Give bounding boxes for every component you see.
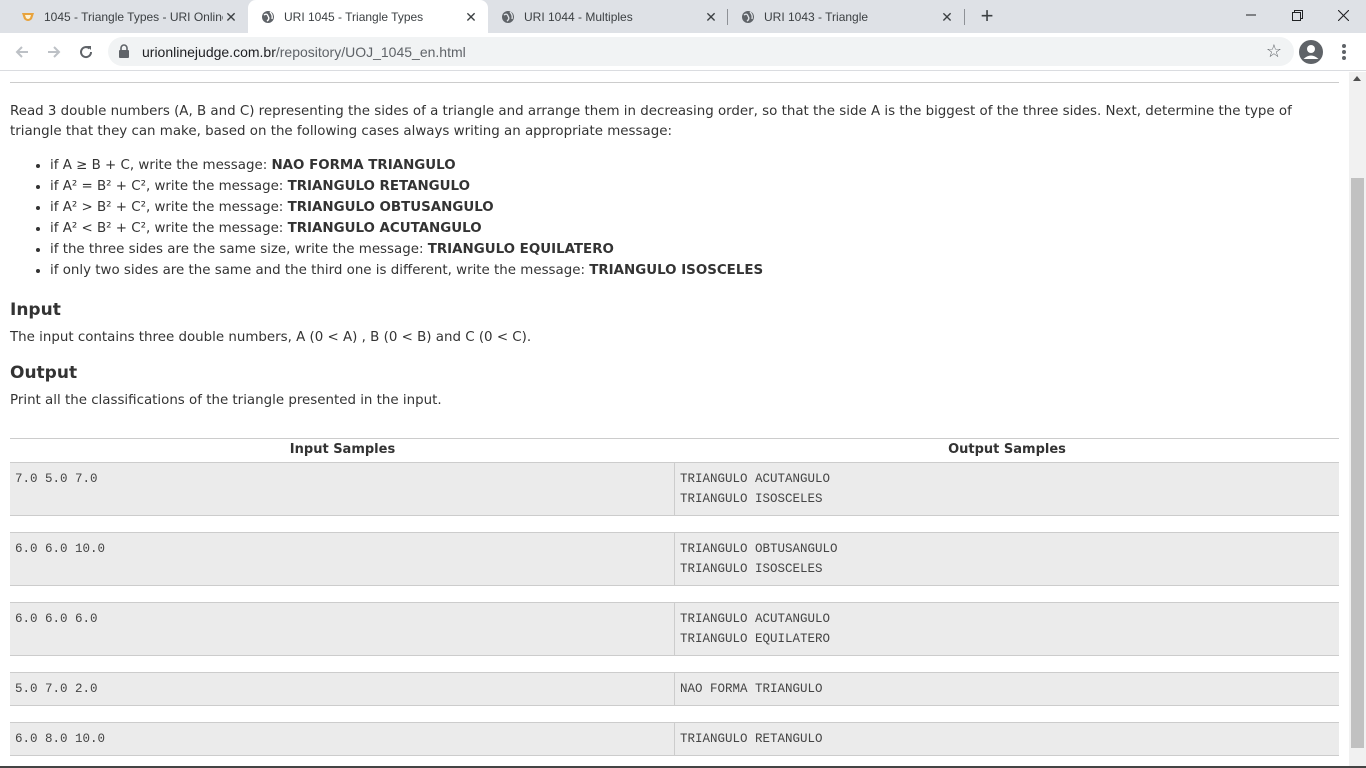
output-samples-header: Output Samples [948, 442, 1066, 457]
close-tab-icon[interactable]: ✕ [463, 9, 479, 25]
output-heading: Output [10, 363, 78, 383]
case-condition: if only two sides are the same and the t… [50, 263, 590, 278]
restore-icon [1291, 9, 1303, 21]
tab-strip: 1045 - Triangle Types - URI Online ✕ URI… [0, 0, 1366, 33]
globe-icon [500, 9, 516, 25]
case-message: TRIANGULO RETANGULO [287, 179, 470, 194]
table-row: 6.0 6.0 10.0 TRIANGULO OBTUSANGULO TRIAN… [10, 532, 1339, 586]
page-viewport: Read 3 double numbers (A, B and C) repre… [0, 72, 1349, 768]
tab-1045-triangle-types-online[interactable]: 1045 - Triangle Types - URI Online ✕ [8, 0, 248, 33]
uri-favicon-icon [20, 9, 36, 25]
sample-input: 6.0 6.0 6.0 [10, 603, 675, 655]
back-arrow-icon [15, 46, 28, 58]
case-condition: if A ≥ B + C, write the message: [50, 158, 272, 173]
forward-button[interactable] [40, 38, 68, 66]
bookmark-star-icon[interactable]: ☆ [1266, 42, 1282, 60]
minimize-button[interactable] [1228, 0, 1274, 30]
sample-output: NAO FORMA TRIANGULO [680, 682, 823, 696]
reload-icon [80, 46, 93, 59]
table-row: 5.0 7.0 2.0 NAO FORMA TRIANGULO [10, 672, 1339, 706]
case-message: NAO FORMA TRIANGULO [271, 158, 456, 173]
close-tab-icon[interactable]: ✕ [939, 9, 955, 25]
tab-1043-triangle[interactable]: URI 1043 - Triangle ✕ [728, 0, 964, 33]
input-heading: Input [10, 300, 61, 320]
tab-1045-triangle-types[interactable]: URI 1045 - Triangle Types ✕ [248, 0, 488, 33]
tab-title: URI 1044 - Multiples [524, 9, 633, 24]
address-bar[interactable]: urionlinejudge.com.br/repository/UOJ_104… [108, 37, 1294, 66]
case-condition: if A² < B² + C², write the message: [50, 221, 288, 236]
tab-title: URI 1045 - Triangle Types [284, 9, 424, 24]
table-row: 6.0 6.0 6.0 TRIANGULO ACUTANGULO TRIANGU… [10, 602, 1339, 656]
url-domain: urionlinejudge.com.br [142, 44, 276, 60]
scrollbar-thumb[interactable] [1351, 178, 1364, 748]
restore-button[interactable] [1274, 0, 1320, 30]
divider [10, 82, 1339, 83]
case-message: TRIANGULO ACUTANGULO [287, 221, 482, 236]
problem-description: Read 3 double numbers (A, B and C) repre… [10, 102, 1339, 410]
list-item: if A ≥ B + C, write the message: NAO FOR… [50, 155, 1339, 176]
list-item: if A² = B² + C², write the message: TRIA… [50, 176, 1339, 197]
case-list: if A ≥ B + C, write the message: NAO FOR… [50, 155, 1339, 281]
list-item: if A² > B² + C², write the message: TRIA… [50, 197, 1339, 218]
input-description: The input contains three double numbers,… [10, 330, 532, 345]
problem-intro: Read 3 double numbers (A, B and C) repre… [10, 104, 1292, 139]
input-section: Input The input contains three double nu… [10, 300, 1339, 347]
reload-button[interactable] [72, 38, 100, 66]
sample-input: 5.0 7.0 2.0 [10, 673, 675, 705]
profile-avatar-icon[interactable] [1299, 40, 1323, 64]
sample-output: TRIANGULO ACUTANGULO TRIANGULO EQUILATER… [680, 612, 831, 646]
output-description: Print all the classifications of the tri… [10, 393, 442, 408]
list-item: if the three sides are the same size, wr… [50, 239, 1339, 260]
tab-title: 1045 - Triangle Types - URI Online [44, 9, 223, 24]
samples-table: Input Samples Output Samples 7.0 5.0 7.0… [10, 438, 1339, 768]
case-message: TRIANGULO OBTUSANGULO [287, 200, 494, 215]
sample-output: TRIANGULO OBTUSANGULO TRIANGULO ISOSCELE… [680, 542, 838, 576]
tab-1044-multiples[interactable]: URI 1044 - Multiples ✕ [488, 0, 728, 33]
case-message: TRIANGULO ISOSCELES [589, 263, 764, 278]
browser-toolbar: urionlinejudge.com.br/repository/UOJ_104… [0, 33, 1366, 71]
tab-title: URI 1043 - Triangle [764, 9, 869, 24]
scroll-up-arrow-icon[interactable] [1353, 76, 1361, 81]
url-text[interactable]: urionlinejudge.com.br/repository/UOJ_104… [142, 44, 466, 60]
table-row: 7.0 5.0 7.0 TRIANGULO ACUTANGULO TRIANGU… [10, 462, 1339, 516]
table-row: 6.0 8.0 10.0 TRIANGULO RETANGULO [10, 722, 1339, 756]
browser-menu-icon[interactable] [1334, 41, 1354, 63]
sample-input: 6.0 8.0 10.0 [10, 723, 675, 755]
sample-input: 7.0 5.0 7.0 [10, 463, 675, 515]
list-item: if only two sides are the same and the t… [50, 260, 1339, 281]
case-condition: if A² = B² + C², write the message: [50, 179, 288, 194]
close-tab-icon[interactable]: ✕ [703, 9, 719, 25]
url-path: /repository/UOJ_1045_en.html [275, 44, 466, 60]
case-condition: if the three sides are the same size, wr… [50, 242, 428, 257]
lock-icon [118, 44, 130, 63]
samples-header: Input Samples Output Samples [10, 438, 1339, 462]
output-section: Output Print all the classifications of … [10, 363, 1339, 410]
close-window-button[interactable] [1320, 0, 1366, 30]
close-icon [1337, 9, 1349, 21]
sample-output: TRIANGULO RETANGULO [680, 732, 823, 746]
case-condition: if A² > B² + C², write the message: [50, 200, 288, 215]
close-tab-icon[interactable]: ✕ [223, 9, 239, 25]
back-button[interactable] [8, 38, 36, 66]
new-tab-button[interactable]: + [976, 5, 998, 28]
forward-arrow-icon [48, 46, 61, 58]
minimize-icon [1246, 14, 1256, 16]
vertical-scrollbar[interactable] [1349, 72, 1366, 768]
sample-output: TRIANGULO ACUTANGULO TRIANGULO ISOSCELES [680, 472, 831, 506]
input-samples-header: Input Samples [289, 442, 396, 457]
list-item: if A² < B² + C², write the message: TRIA… [50, 218, 1339, 239]
case-message: TRIANGULO EQUILATERO [427, 242, 614, 257]
globe-icon [740, 9, 756, 25]
globe-icon [260, 9, 276, 25]
sample-input: 6.0 6.0 10.0 [10, 533, 675, 585]
tab-separator [964, 9, 965, 25]
